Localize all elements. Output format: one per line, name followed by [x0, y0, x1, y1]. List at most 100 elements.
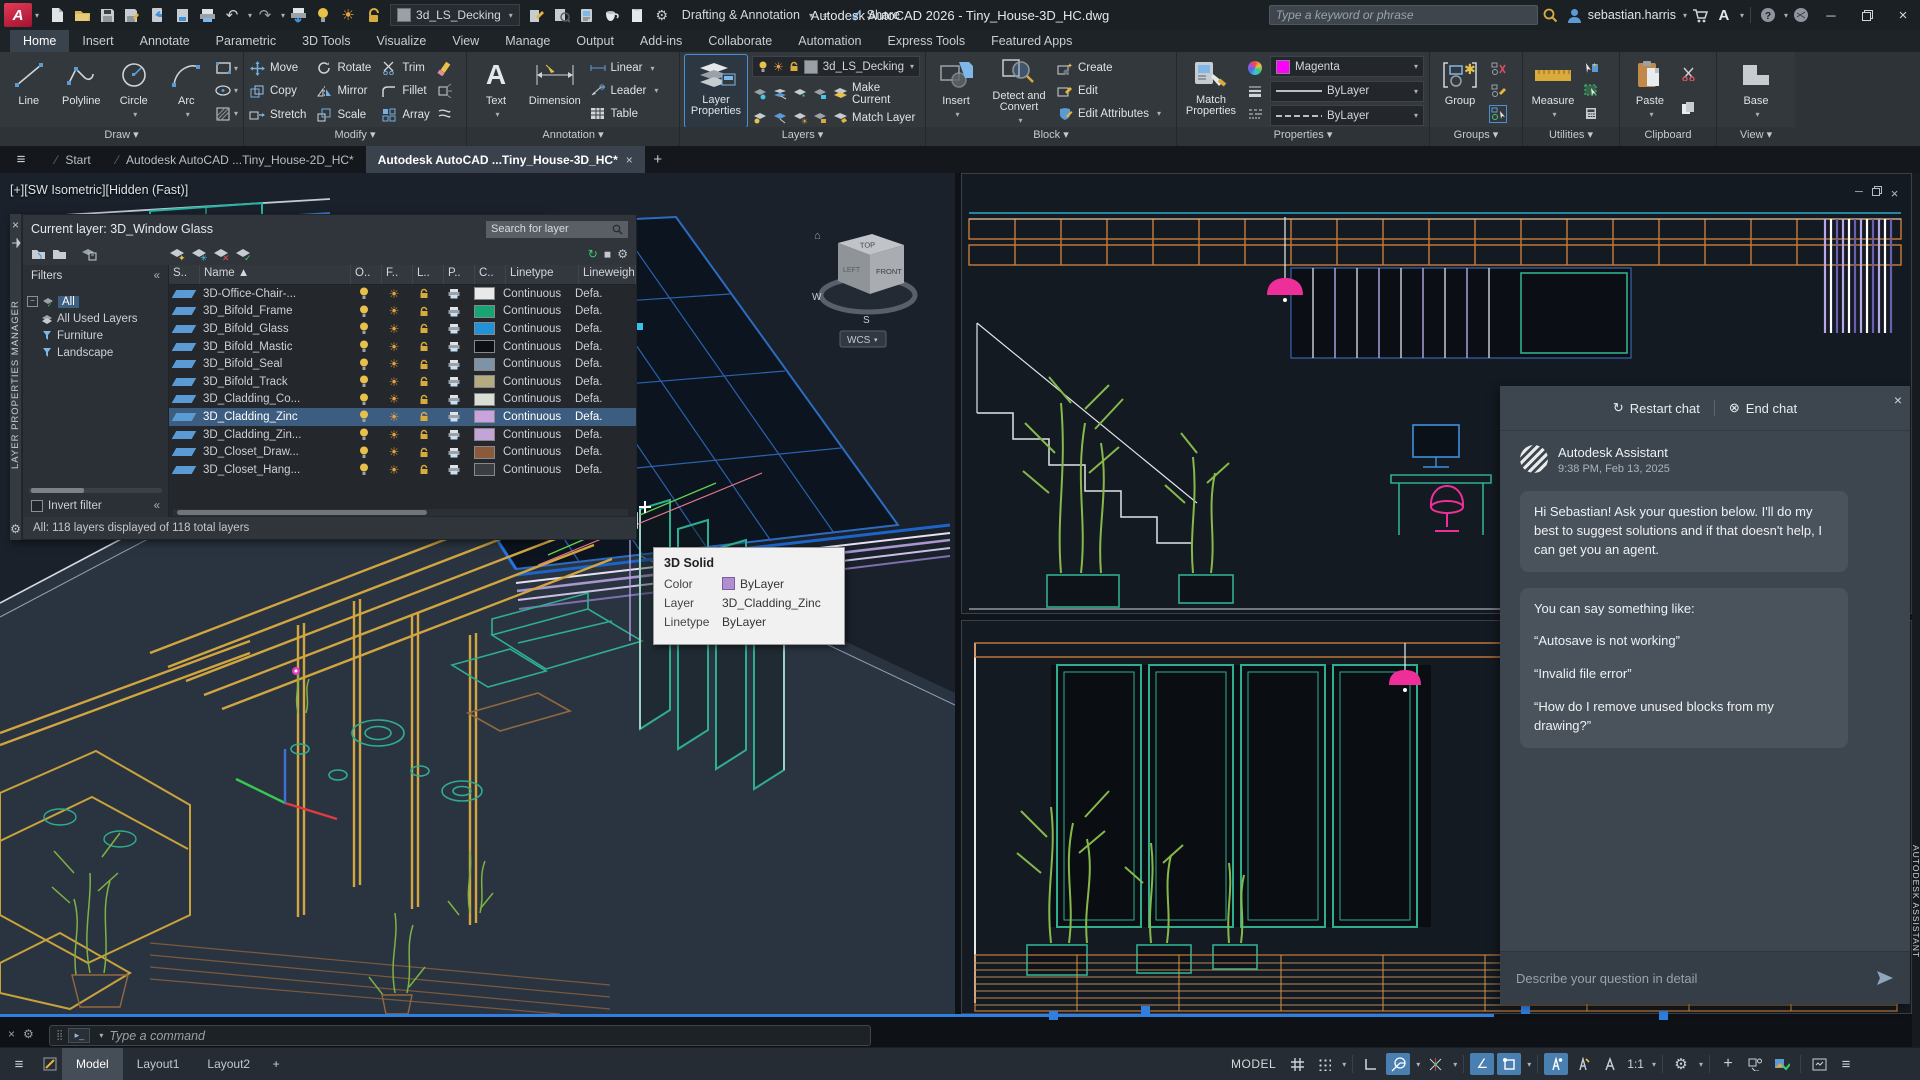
- properties-monitor-icon[interactable]: [575, 3, 599, 27]
- text-tool[interactable]: AText▾: [472, 55, 520, 127]
- layer-freeze-tool[interactable]: *: [792, 86, 808, 102]
- layer-lock-tool[interactable]: [812, 86, 828, 102]
- viewport-label[interactable]: [+][SW Isometric][Hidden (Fast)]: [10, 183, 188, 197]
- layer-properties-button[interactable]: Layer Properties: [685, 55, 747, 127]
- end-chat-button[interactable]: ⊗End chat: [1729, 400, 1797, 416]
- ribbon-tab[interactable]: Collaborate: [695, 30, 785, 52]
- circle-tool[interactable]: Circle▾: [110, 55, 158, 127]
- annotation-scale-caret-icon[interactable]: ▾: [1652, 1060, 1656, 1069]
- quick-select-tool[interactable]: ✦: [1583, 60, 1599, 76]
- make-current-button[interactable]: Make Current: [852, 82, 920, 106]
- layer-search-input[interactable]: Search for layer: [486, 221, 628, 238]
- help-icon[interactable]: ?: [1757, 4, 1779, 26]
- user-avatar-icon[interactable]: [1564, 4, 1586, 26]
- object-color-dropdown[interactable]: Magenta▾: [1270, 56, 1424, 77]
- app-menu-caret-icon[interactable]: ▾: [35, 11, 39, 20]
- ribbon-tab[interactable]: Automation: [785, 30, 874, 52]
- layer-on-all-tool[interactable]: [752, 110, 768, 126]
- close-button[interactable]: ×: [1886, 1, 1920, 29]
- ribbon-tab[interactable]: Output: [563, 30, 627, 52]
- filter-all-used[interactable]: All Used Layers: [27, 310, 164, 327]
- panel-label-properties[interactable]: Properties ▾: [1177, 127, 1429, 146]
- restore-button[interactable]: [1850, 1, 1884, 29]
- sheet-icon[interactable]: [625, 3, 649, 27]
- new-layer-frozen-icon[interactable]: ✳: [191, 248, 207, 261]
- graphics-performance-icon[interactable]: [1770, 1053, 1794, 1075]
- modify-tool[interactable]: Array: [381, 104, 429, 126]
- isolate-objects-icon[interactable]: [1743, 1053, 1767, 1075]
- rectangle-tool[interactable]: ▾: [215, 60, 238, 76]
- layer-isolate-tool[interactable]: [772, 86, 788, 102]
- undo-caret-icon[interactable]: ▾: [248, 11, 252, 20]
- palette-autohide-icon[interactable]: [11, 238, 21, 248]
- modify-tool[interactable]: Copy: [249, 80, 306, 102]
- cut-tool[interactable]: [1680, 66, 1696, 82]
- detect-convert-tool[interactable]: Detect and Convert▾: [986, 55, 1052, 127]
- wcs-dropdown[interactable]: WCS▾: [840, 331, 886, 347]
- panel-label-annotation[interactable]: Annotation ▾: [467, 127, 679, 146]
- isodraft-icon[interactable]: ∠: [1470, 1053, 1494, 1075]
- window-grip[interactable]: [1049, 1011, 1058, 1020]
- layer-row[interactable]: 3D_Cladding_Co... ☀ Continuous Defa.: [169, 391, 636, 409]
- measure-tool[interactable]: Measure▾: [1528, 55, 1578, 127]
- layer-column-header[interactable]: L..: [413, 265, 444, 284]
- layer-unlock-icon[interactable]: [361, 3, 385, 27]
- delete-layer-icon[interactable]: ✕: [213, 248, 229, 261]
- cart-icon[interactable]: [1689, 4, 1711, 26]
- panel-label-block[interactable]: Block ▾: [926, 127, 1176, 146]
- layer-column-header[interactable]: F..: [382, 265, 413, 284]
- object-snap-caret-icon[interactable]: ▾: [1527, 1060, 1531, 1069]
- polyline-tool[interactable]: Polyline: [58, 55, 106, 127]
- new-group-filter-icon[interactable]: [52, 248, 67, 260]
- ellipse-tool[interactable]: ▾: [215, 83, 238, 99]
- drafting-settings-icon[interactable]: [38, 1053, 62, 1075]
- annotation-autoscale-icon[interactable]: [1571, 1053, 1595, 1075]
- layer-row[interactable]: 3D_Bifold_Mastic ☀ Continuous Defa.: [169, 338, 636, 356]
- layer-column-header[interactable]: C..: [475, 265, 506, 284]
- palette-gear-icon[interactable]: ⚙: [10, 522, 21, 536]
- model-space-label[interactable]: MODEL: [1231, 1057, 1276, 1071]
- layout-tab[interactable]: Model: [62, 1048, 123, 1080]
- refresh-icon[interactable]: ↻: [588, 247, 598, 261]
- explode-tool[interactable]: [437, 83, 453, 99]
- layer-row[interactable]: 3D_Cladding_Zinc ☀ Continuous Defa.: [169, 408, 636, 426]
- layer-column-header[interactable]: O..: [351, 265, 382, 284]
- annotation-scale-value[interactable]: 1:1: [1625, 1053, 1646, 1075]
- filter-furniture[interactable]: Furniture: [27, 327, 164, 344]
- search-icon[interactable]: [1540, 4, 1562, 26]
- file-tab[interactable]: /Autodesk AutoCAD ...Tiny_House-2D_HC*: [103, 146, 366, 173]
- layer-off-tool[interactable]: [752, 86, 768, 102]
- layout-tab[interactable]: Layout1: [123, 1048, 194, 1080]
- restart-chat-button[interactable]: ↻Restart chat: [1613, 400, 1700, 416]
- dimension-tool[interactable]: Dimension: [525, 55, 585, 127]
- workspace-dropdown[interactable]: Drafting & Annotation ▾≂: [674, 4, 837, 26]
- share-button[interactable]: Share: [847, 8, 900, 22]
- paste-tool[interactable]: Paste▾: [1625, 55, 1675, 127]
- messages-icon[interactable]: [1790, 4, 1812, 26]
- drawing-restore-icon[interactable]: [1872, 186, 1882, 201]
- insert-tool[interactable]: Insert▾: [931, 55, 981, 127]
- assistant-vertical-label[interactable]: AUTODESK ASSISTANT: [1911, 845, 1920, 958]
- color-wheel-icon[interactable]: [1247, 60, 1263, 76]
- customization-icon[interactable]: ≡: [1834, 1053, 1858, 1075]
- ribbon-tab[interactable]: Parametric: [203, 30, 289, 52]
- search-input[interactable]: Type a keyword or phrase: [1269, 5, 1538, 25]
- select-similar-tool[interactable]: [1583, 83, 1599, 99]
- grid-icon[interactable]: [1285, 1053, 1309, 1075]
- modify-tool[interactable]: Move: [249, 57, 306, 79]
- new-file-icon[interactable]: [45, 3, 69, 27]
- autodesk-menu-caret-icon[interactable]: ▾: [1740, 11, 1744, 20]
- layer-row[interactable]: 3D_Closet_Draw... ☀ Continuous Defa.: [169, 443, 636, 461]
- file-tab[interactable]: Autodesk AutoCAD ...Tiny_House-3D_HC*×: [366, 146, 645, 173]
- ortho-icon[interactable]: [1359, 1053, 1383, 1075]
- layout-tab[interactable]: Layout2: [193, 1048, 264, 1080]
- modify-tool[interactable]: Stretch: [249, 104, 306, 126]
- layer-column-header[interactable]: Lineweigh: [579, 265, 636, 284]
- group-edit-tool[interactable]: [1490, 83, 1506, 99]
- layer-row[interactable]: 3D_Bifold_Glass ☀ Continuous Defa.: [169, 320, 636, 338]
- ribbon-tab[interactable]: 3D Tools: [289, 30, 363, 52]
- panel-label-draw[interactable]: Draw ▾: [0, 127, 243, 146]
- layer-row[interactable]: 3D_Bifold_Seal ☀ Continuous Defa.: [169, 355, 636, 373]
- palette-close-icon[interactable]: ×: [12, 218, 19, 232]
- workspace-caret-icon[interactable]: ▾: [1699, 1060, 1703, 1069]
